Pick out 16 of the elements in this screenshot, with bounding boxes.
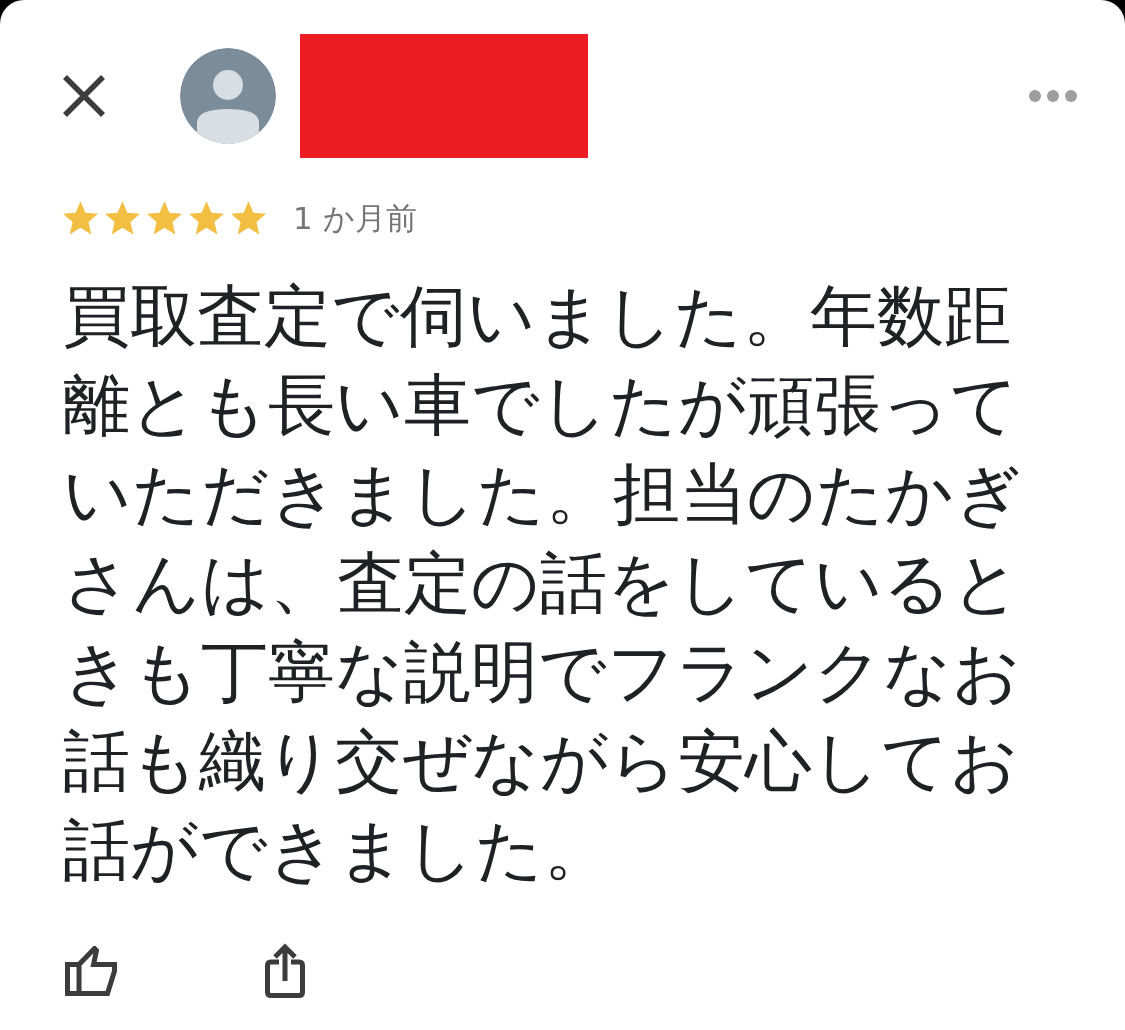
- review-time: 1 か月前: [293, 200, 417, 236]
- thumbs-up-icon: [65, 945, 117, 996]
- more-options-button[interactable]: [1029, 90, 1077, 102]
- avatar-icon: [180, 48, 276, 144]
- star-icon: [105, 201, 140, 235]
- like-button[interactable]: [65, 945, 117, 996]
- review-text: 買取査定で伺いました。年数距離とも長い車でしたが頑張っていただきました。担当のたかぎさんは、査定の話をしているときも丁寧な説明でフランクなお話も織り交ぜながら安心してお話ができました。: [63, 276, 1024, 891]
- more-options-icon: [1029, 90, 1077, 102]
- share-icon: [265, 943, 305, 998]
- star-icon: [147, 201, 182, 235]
- close-button[interactable]: [62, 74, 106, 118]
- star-icon: [63, 201, 98, 235]
- star-icon: [231, 201, 266, 235]
- close-icon: [62, 74, 106, 118]
- share-button[interactable]: [265, 943, 305, 998]
- star-icon: [189, 201, 224, 235]
